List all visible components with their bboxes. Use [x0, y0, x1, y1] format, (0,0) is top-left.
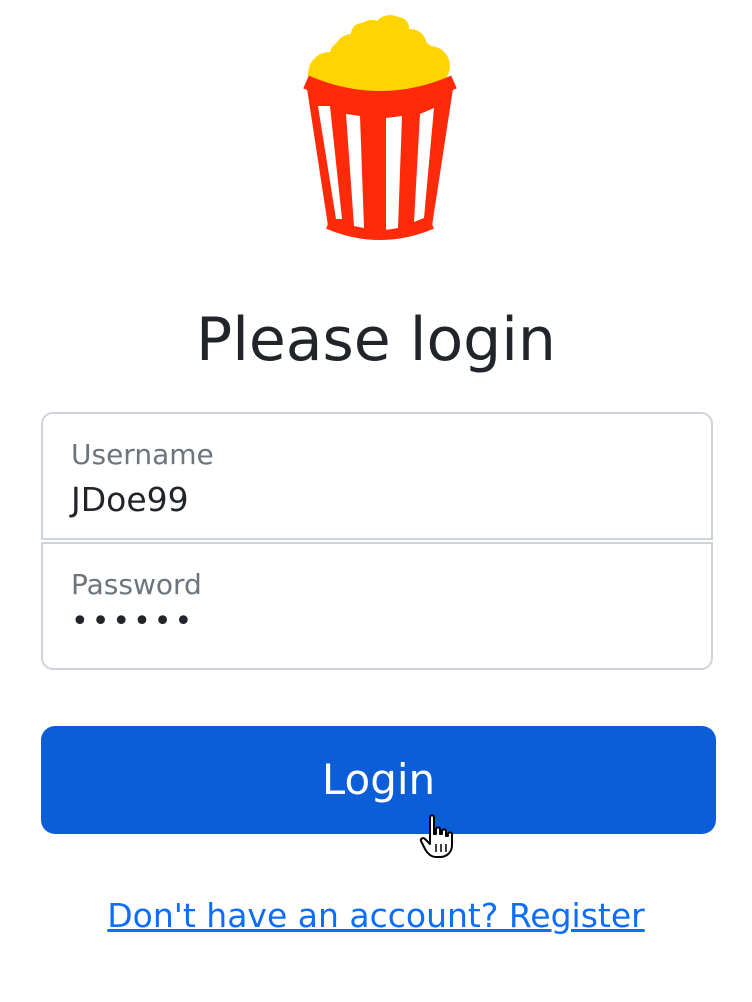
- username-value[interactable]: JDoe99: [71, 480, 189, 519]
- popcorn-icon: [303, 15, 457, 240]
- register-link[interactable]: Don't have an account? Register: [0, 896, 752, 935]
- password-label: Password: [71, 568, 202, 601]
- login-page: Please login Username JDoe99 Password ••…: [0, 0, 752, 1002]
- password-value[interactable]: ••••••: [71, 604, 195, 639]
- password-field[interactable]: Password ••••••: [41, 542, 713, 670]
- hand-cursor-icon: [419, 814, 453, 858]
- username-label: Username: [71, 438, 214, 471]
- page-title: Please login: [196, 305, 556, 375]
- login-button[interactable]: Login: [41, 726, 716, 834]
- username-field[interactable]: Username JDoe99: [41, 412, 713, 540]
